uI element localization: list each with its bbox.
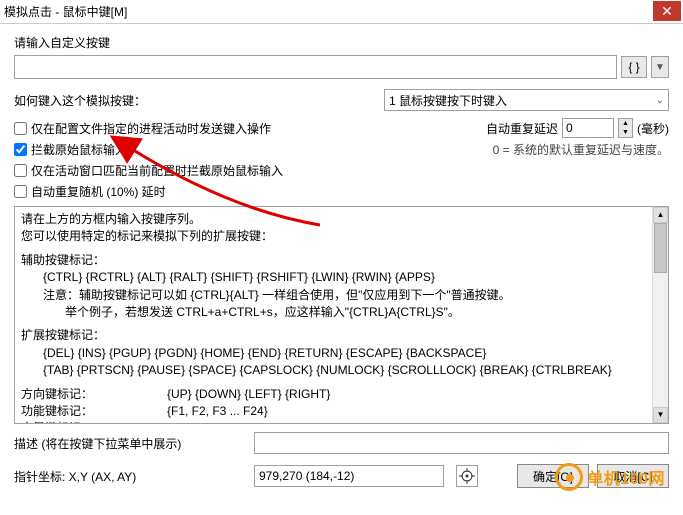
coord-picker-button[interactable] [456, 465, 478, 487]
braces-dropdown-button[interactable]: ▼ [651, 56, 669, 78]
help-ext-title: 扩展按键标记： [21, 327, 662, 344]
help-line: 您可以使用特定的标记来模拟下列的扩展按键： [21, 228, 662, 245]
check-random-delay[interactable] [14, 185, 27, 198]
check-process-only-label: 仅在配置文件指定的进程活动时发送键入操作 [31, 120, 271, 137]
howto-label: 如何键入这个模拟按键： [14, 92, 384, 109]
coord-label: 指针坐标: X,Y (AX, AY) [14, 468, 246, 485]
custom-key-label: 请输入自定义按键 [14, 34, 669, 51]
help-aux-keys: {CTRL} {RCTRL} {ALT} {RALT} {SHIFT} {RSH… [21, 269, 662, 286]
help-ext-keys: {DEL} {INS} {PGUP} {PGDN} {HOME} {END} {… [21, 345, 662, 362]
spin-up-icon[interactable]: ▲ [619, 119, 632, 128]
help-aux-note: 注意：辅助按键标记可以如 {CTRL}{ALT} 一样组合使用，但"仅应用到下一… [21, 287, 662, 304]
howto-select-value: 1 鼠标按键按下时键入 [389, 92, 507, 109]
autorepeat-note: 0 = 系统的默认重复延迟与速度。 [493, 141, 669, 158]
help-fn-k: 功能键标记： [21, 403, 167, 420]
help-text-area[interactable]: 请在上方的方框内输入按键序列。 您可以使用特定的标记来模拟下列的扩展按键： 辅助… [14, 206, 669, 424]
check-active-window-only[interactable] [14, 164, 27, 177]
close-button[interactable]: ✕ [653, 1, 681, 21]
help-ext-keys: {TAB} {PRTSCN} {PAUSE} {SPACE} {CAPSLOCK… [21, 362, 662, 379]
description-label: 描述 (将在按键下拉菜单中展示) [14, 435, 246, 452]
cancel-button[interactable]: 取消[C] [597, 464, 669, 488]
crosshair-icon [459, 468, 475, 484]
insert-braces-button[interactable]: { } [621, 56, 647, 78]
chevron-down-icon: ⌄ [656, 95, 664, 106]
help-vol-k: 音量键标记： [21, 420, 167, 424]
scroll-up-button[interactable]: ▲ [653, 207, 668, 223]
help-dir-v: {UP} {DOWN} {LEFT} {RIGHT} [167, 386, 330, 403]
check-intercept-mouse-label: 拦截原始鼠标输入 [31, 141, 127, 158]
autorepeat-spinner[interactable]: ▲▼ [618, 118, 633, 138]
help-line: 请在上方的方框内输入按键序列。 [21, 211, 662, 228]
coord-input[interactable] [254, 465, 444, 487]
help-fn-v: {F1, F2, F3 ... F24} [167, 403, 268, 420]
autorepeat-label: 自动重复延迟 [486, 120, 558, 137]
chevron-down-icon: ▼ [655, 62, 665, 73]
scroll-down-button[interactable]: ▼ [653, 407, 668, 423]
scroll-thumb[interactable] [654, 223, 667, 273]
help-aux-note2: 举个例子，若想发送 CTRL+a+CTRL+s，应这样输入"{CTRL}A{CT… [21, 304, 662, 321]
custom-key-input[interactable] [14, 55, 617, 79]
ok-button[interactable]: 确定[O] [517, 464, 589, 488]
scrollbar[interactable]: ▲ ▼ [652, 207, 668, 423]
howto-select[interactable]: 1 鼠标按键按下时键入 ⌄ [384, 89, 669, 111]
help-dir-k: 方向键标记： [21, 386, 167, 403]
check-intercept-mouse[interactable] [14, 143, 27, 156]
spin-down-icon[interactable]: ▼ [619, 128, 632, 137]
window-title: 模拟点击 - 鼠标中键[M] [4, 3, 127, 20]
check-process-only[interactable] [14, 122, 27, 135]
check-random-delay-label: 自动重复随机 (10%) 延时 [31, 183, 166, 200]
description-input[interactable] [254, 432, 669, 454]
autorepeat-unit: (毫秒) [637, 120, 669, 137]
help-aux-title: 辅助按键标记： [21, 252, 662, 269]
check-active-window-only-label: 仅在活动窗口匹配当前配置时拦截原始鼠标输入 [31, 162, 283, 179]
autorepeat-delay-input[interactable] [562, 118, 614, 138]
help-vol-v: {VOL+}, {VOL-}, {MUTE} [167, 420, 297, 424]
